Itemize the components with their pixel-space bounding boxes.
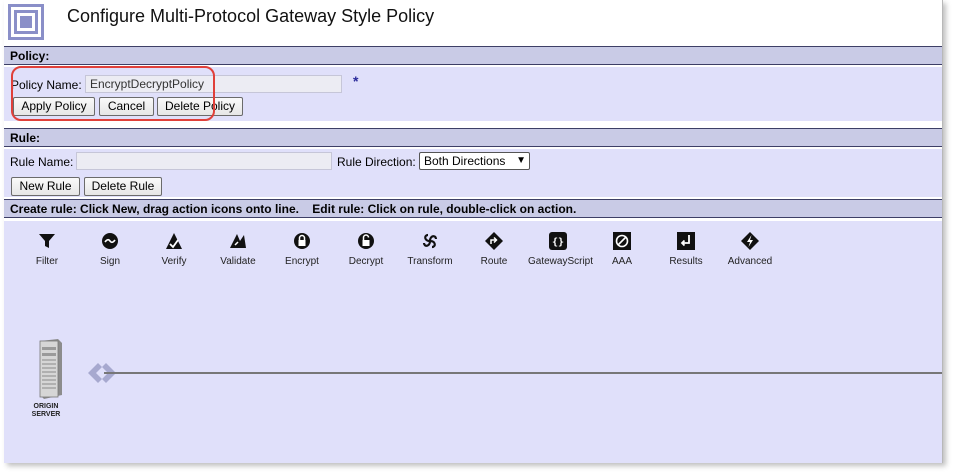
action-verify[interactable]: Verify	[144, 232, 204, 267]
policy-highlight-annotation	[11, 66, 215, 121]
action-label: Encrypt	[285, 256, 319, 267]
sign-icon	[102, 233, 118, 249]
rule-direction-select[interactable]: Both Directions ▼	[419, 152, 530, 170]
rule-line[interactable]	[104, 372, 942, 374]
action-label: Advanced	[727, 256, 773, 267]
rule-name-input[interactable]	[76, 152, 332, 170]
server-icon	[39, 339, 62, 399]
gatewayscript-icon: {}	[549, 232, 567, 250]
action-route[interactable]: Route	[464, 232, 524, 267]
action-label: AAA	[611, 256, 632, 267]
action-label: Decrypt	[348, 256, 384, 267]
policy-editor-window: Configure Multi-Protocol Gateway Style P…	[4, 0, 943, 463]
title-bar: Configure Multi-Protocol Gateway Style P…	[4, 0, 942, 44]
action-filter[interactable]: Filter	[17, 232, 77, 267]
instructions-bar: Create rule: Click New, drag action icon…	[4, 199, 942, 218]
encrypt-icon	[294, 233, 310, 249]
action-results[interactable]: Results	[656, 232, 716, 267]
action-aaa[interactable]: AAA	[592, 232, 652, 267]
action-transform[interactable]: Transform	[400, 232, 460, 267]
rule-direction-value: Both Directions	[424, 154, 506, 168]
rule-section-header: Rule:	[4, 128, 942, 147]
origin-server-label: ORIGIN SERVER	[31, 403, 61, 418]
filter-icon	[39, 234, 55, 248]
action-decrypt[interactable]: Decrypt	[336, 232, 396, 267]
aaa-icon	[613, 232, 631, 250]
verify-icon	[166, 233, 182, 249]
decrypt-icon	[358, 233, 374, 249]
transform-icon	[422, 233, 438, 249]
rule-name-label: Rule Name:	[10, 155, 74, 169]
action-label: GatewayScript	[528, 256, 594, 267]
app-logo-icon	[8, 4, 44, 40]
policy-section-header: Policy:	[4, 46, 942, 65]
action-advanced[interactable]: Advanced	[720, 232, 780, 267]
page-title: Configure Multi-Protocol Gateway Style P…	[67, 6, 435, 26]
route-icon	[485, 232, 503, 250]
action-label: Results	[669, 256, 703, 267]
delete-rule-button[interactable]: Delete Rule	[84, 177, 162, 196]
rule-section: Rule Name: Rule Direction: Both Directio…	[4, 149, 942, 197]
action-validate[interactable]: Validate	[208, 232, 268, 267]
results-icon	[677, 232, 695, 250]
action-label: Route	[480, 256, 508, 267]
new-rule-button[interactable]: New Rule	[11, 177, 80, 196]
action-label: Validate	[220, 256, 256, 267]
action-gatewayscript[interactable]: {} GatewayScript	[528, 232, 594, 267]
rule-direction-label: Rule Direction:	[337, 155, 416, 169]
action-label: Transform	[407, 256, 453, 267]
action-label: Sign	[99, 256, 120, 267]
required-marker: *	[353, 73, 359, 89]
action-sign[interactable]: Sign	[80, 232, 140, 267]
action-label: Filter	[35, 256, 59, 267]
rule-canvas[interactable]: Filter Sign Verify Validate Encrypt Decr…	[4, 221, 942, 463]
action-encrypt[interactable]: Encrypt	[272, 232, 332, 267]
svg-text:{}: {}	[552, 237, 564, 248]
chevron-down-icon: ▼	[516, 155, 526, 166]
advanced-icon	[741, 232, 759, 250]
validate-icon	[230, 234, 246, 248]
action-label: Verify	[161, 256, 187, 267]
